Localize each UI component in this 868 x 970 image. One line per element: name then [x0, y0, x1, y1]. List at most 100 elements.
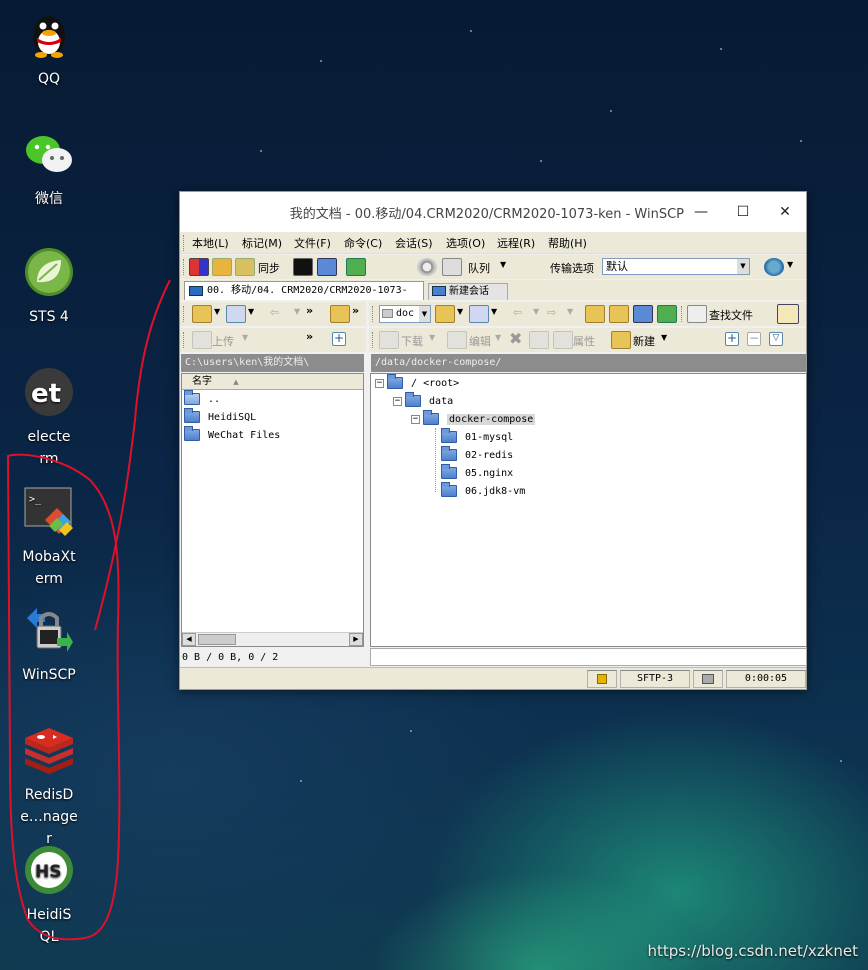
new-button-label[interactable]: 新建 — [633, 333, 655, 349]
properties-button-label[interactable]: 属性 — [573, 333, 595, 349]
add-icon[interactable]: + — [332, 332, 346, 346]
title-bar[interactable]: 我的文档 - 00.移动/04.CRM2020/CRM2020-1073-ken… — [180, 192, 806, 232]
more-chevron-icon[interactable]: » — [352, 304, 359, 317]
tree-node-data[interactable]: − data — [393, 392, 453, 410]
edit-icon[interactable] — [447, 331, 467, 349]
list-item[interactable]: HeidiSQL — [184, 408, 256, 426]
collapse-icon[interactable]: − — [393, 396, 402, 406]
chevron-down-icon[interactable]: ▼ — [661, 333, 667, 342]
chevron-down-icon[interactable]: ▼ — [242, 333, 248, 342]
toolbar-grip[interactable] — [372, 332, 375, 348]
toolbar-grip[interactable] — [183, 259, 186, 275]
collapse-icon[interactable]: − — [411, 414, 420, 424]
chevron-down-icon[interactable]: ▼ — [294, 307, 300, 316]
collapse-icon[interactable]: − — [375, 378, 384, 388]
menu-command[interactable]: 命令(C) — [344, 235, 382, 251]
scrollbar-thumb[interactable] — [198, 634, 236, 645]
tab-session[interactable]: 00. 移动/04. CRM2020/CRM2020-1073-ken — [184, 281, 424, 314]
chevron-down-icon[interactable]: ▼ — [457, 307, 463, 316]
list-item[interactable]: WeChat Files — [184, 426, 280, 444]
chevron-down-icon[interactable]: ▼ — [567, 307, 573, 316]
terminal-icon[interactable] — [293, 258, 313, 276]
new-item-icon[interactable] — [611, 331, 631, 349]
filter-icon[interactable] — [469, 305, 489, 323]
menu-help[interactable]: 帮助(H) — [548, 235, 587, 251]
open-folder-icon[interactable] — [435, 305, 455, 323]
maximize-button[interactable]: ☐ — [722, 192, 764, 232]
chevron-down-icon[interactable]: ▼ — [533, 307, 539, 316]
remote-path-bar[interactable]: /data/docker-compose/ — [371, 354, 806, 372]
queue-icon[interactable] — [442, 258, 462, 276]
toolbar-grip[interactable] — [183, 332, 186, 348]
transfer-preset-select[interactable]: 默认 ▼ — [602, 258, 750, 275]
more-chevron-icon[interactable]: » — [306, 330, 313, 343]
select-files-icon[interactable]: + — [725, 332, 739, 346]
back-arrow-icon[interactable]: ⇦ — [270, 306, 279, 319]
chevron-down-icon[interactable]: ▼ — [214, 307, 220, 316]
chevron-down-icon[interactable]: ▼ — [429, 333, 435, 342]
desktop-icon-redis[interactable]: RedisDe…nager — [8, 724, 90, 850]
remote-directory-tree[interactable]: − / <root> − data − docker-compose 01-my… — [370, 373, 807, 647]
tree-node[interactable]: 05.nginx — [441, 464, 513, 482]
gear-icon[interactable] — [417, 258, 437, 276]
menu-session[interactable]: 会话(S) — [395, 235, 433, 251]
refresh-icon[interactable] — [346, 258, 366, 276]
parent-directory-icon[interactable] — [585, 305, 605, 323]
desktop-icon-wechat[interactable]: 微信 — [8, 128, 90, 210]
rename-icon[interactable] — [529, 331, 549, 349]
upload-icon[interactable] — [192, 331, 212, 349]
sync-button-label[interactable]: 同步 — [258, 260, 280, 276]
toolbar-grip[interactable] — [681, 306, 684, 322]
upload-button-label[interactable]: 上传 — [212, 333, 234, 349]
desktop-icon-electerm[interactable]: et electerm — [8, 366, 90, 470]
desktop-icon-winscp[interactable]: WinSCP — [8, 604, 90, 686]
filter-select-icon[interactable]: ▽ — [769, 332, 783, 346]
horizontal-scrollbar[interactable]: ◀ ▶ — [182, 632, 363, 646]
local-path-bar[interactable]: C:\users\ken\我的文档\ — [181, 354, 364, 372]
globe-icon[interactable] — [764, 258, 784, 276]
edit-button-label[interactable]: 编辑 — [469, 333, 491, 349]
toolbar-grip[interactable] — [372, 306, 375, 322]
toolbar-grip[interactable] — [183, 235, 186, 251]
menu-file[interactable]: 文件(F) — [294, 235, 331, 251]
queue-dropdown-icon[interactable]: ▼ — [500, 260, 506, 269]
menu-mark[interactable]: 标记(M) — [242, 235, 282, 251]
menu-remote[interactable]: 远程(R) — [497, 235, 535, 251]
synchronize-browsing-icon[interactable] — [212, 258, 232, 276]
tree-node-root[interactable]: − / <root> — [375, 374, 459, 392]
list-item[interactable]: .. — [184, 390, 220, 408]
toolbar-grip[interactable] — [183, 306, 186, 322]
forward-arrow-icon[interactable]: ⇨ — [547, 306, 556, 319]
minimize-button[interactable]: — — [680, 192, 722, 232]
tree-node-docker-compose[interactable]: − docker-compose — [411, 410, 536, 428]
back-arrow-icon[interactable]: ⇦ — [513, 306, 522, 319]
remote-directory-select[interactable]: doc ▼ — [379, 305, 431, 323]
chevron-down-icon[interactable]: ▼ — [787, 260, 793, 269]
chevron-down-icon[interactable]: ▼ — [248, 307, 254, 316]
close-button[interactable]: ✕ — [764, 192, 806, 232]
desktop-icon-heidisql[interactable]: HS HeidiSQL — [8, 844, 90, 948]
root-directory-icon[interactable] — [609, 305, 629, 323]
tab-new-session[interactable]: 新建会话 — [428, 283, 508, 300]
chevron-down-icon[interactable]: ▼ — [491, 307, 497, 316]
more-chevron-icon[interactable]: » — [306, 304, 313, 317]
chevron-down-icon[interactable]: ▼ — [495, 333, 501, 342]
find-files-label[interactable]: 查找文件 — [709, 307, 753, 323]
download-icon[interactable] — [379, 331, 399, 349]
chevron-down-icon[interactable]: ▼ — [419, 306, 430, 322]
menu-options[interactable]: 选项(O) — [446, 235, 485, 251]
desktop-icon-sts4[interactable]: STS 4 — [8, 246, 90, 328]
sync-icon[interactable] — [235, 258, 255, 276]
queue-button-label[interactable]: 队列 — [468, 260, 490, 276]
putty-icon[interactable] — [317, 258, 337, 276]
download-button-label[interactable]: 下载 — [401, 333, 423, 349]
find-files-icon[interactable] — [687, 305, 707, 323]
open-folder-icon[interactable] — [192, 305, 212, 323]
tree-node[interactable]: 01-mysql — [441, 428, 513, 446]
tree-node[interactable]: 06.jdk8-vm — [441, 482, 525, 500]
scroll-right-icon[interactable]: ▶ — [349, 633, 363, 646]
menu-local[interactable]: 本地(L) — [192, 235, 229, 251]
parent-directory-icon[interactable] — [330, 305, 350, 323]
refresh-icon[interactable] — [657, 305, 677, 323]
compare-directories-icon[interactable] — [189, 258, 209, 276]
